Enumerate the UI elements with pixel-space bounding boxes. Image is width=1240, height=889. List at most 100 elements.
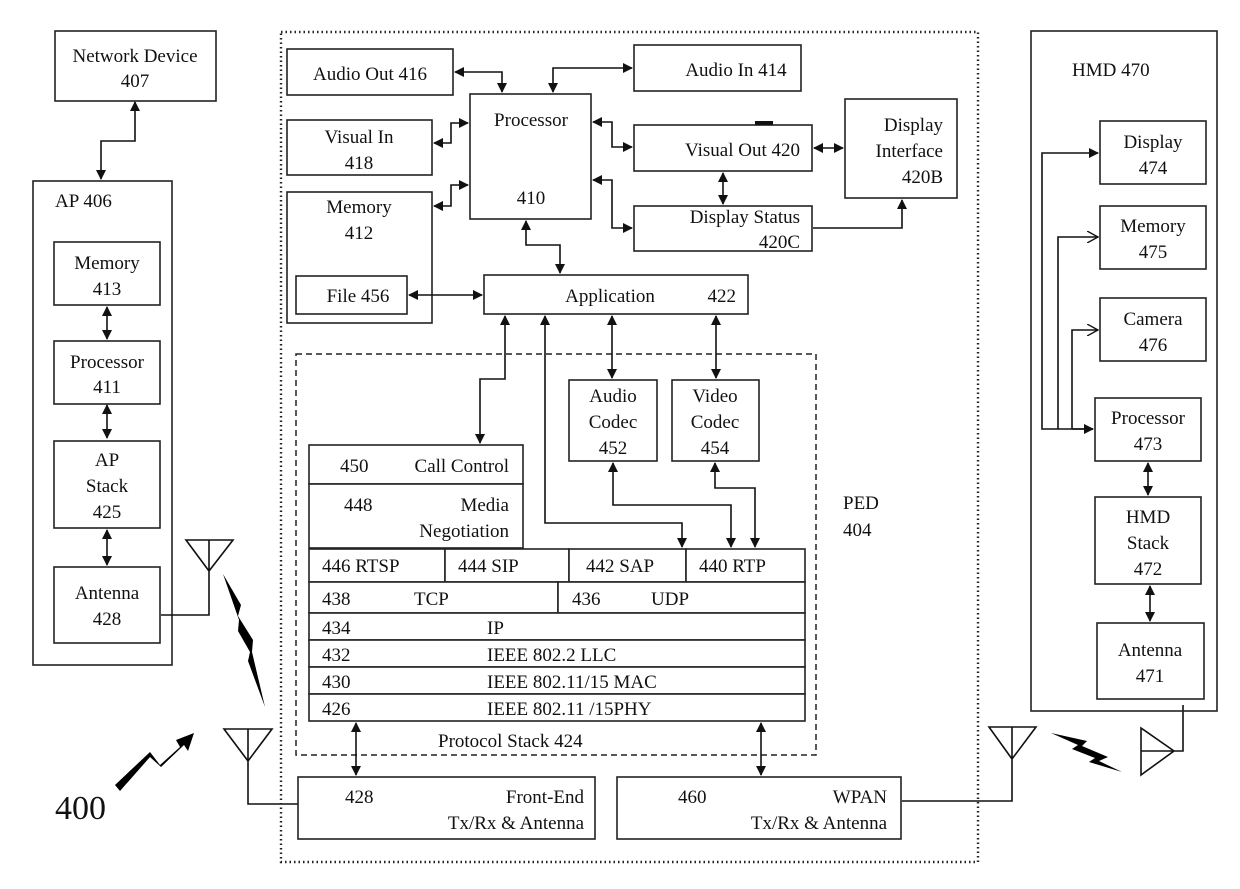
front-end-line1: Front-End (506, 787, 585, 808)
video-codec-number: 454 (701, 438, 730, 459)
visual-out-tab (755, 121, 773, 125)
application-block: Application 422 (483, 274, 749, 315)
ped-processor-block: Processor 410 (469, 93, 592, 220)
udp-number: 436 (572, 589, 601, 610)
display-interface-number: 420B (902, 167, 943, 188)
ped-frontend-antenna-icon (222, 728, 298, 805)
ap-memory-number: 413 (93, 279, 122, 300)
system-block-diagram: Network Device 407 AP 406 Memory 413 Pro… (32, 30, 1218, 864)
visual-in-block: Visual In 418 (286, 119, 433, 176)
video-codec-block: Video Codec 454 (671, 379, 760, 462)
display-interface-line1: Display (884, 115, 944, 136)
hmd-stack-block: HMD Stack 472 (1094, 496, 1202, 585)
tcp-number: 438 (322, 589, 351, 610)
ap-stack-block: AP Stack 425 (53, 440, 161, 529)
hmd-stack-line2: Stack (1127, 533, 1170, 554)
hmd-display-number: 474 (1139, 158, 1168, 179)
ped-processor-title: Processor (494, 110, 569, 131)
call-control-block: 450 Call Control (308, 444, 524, 485)
ap-stack-line2: Stack (86, 476, 129, 497)
ap-title: AP 406 (55, 191, 112, 212)
ped-number: 404 (843, 520, 872, 541)
figure-label: 400 (55, 790, 106, 827)
ap-processor-title: Processor (70, 352, 145, 373)
wireless-signal-bolt-icon (223, 574, 265, 707)
hmd-processor-title: Processor (1111, 408, 1186, 429)
link-network-ap (96, 101, 140, 180)
hmd-antenna-title: Antenna (1118, 640, 1183, 661)
media-negotiation-line1: Media (460, 495, 509, 516)
llc-number: 432 (322, 645, 351, 666)
hmd-antenna-icon (1140, 705, 1184, 777)
ap-memory-title: Memory (74, 253, 140, 274)
ped-memory-number: 412 (345, 223, 374, 244)
ap-stack-line1: AP (95, 450, 119, 471)
link-displaystatus-displayinterface (813, 199, 907, 229)
llc-title: IEEE 802.2 LLC (487, 645, 616, 666)
link-visualin-processor (433, 118, 469, 148)
udp-title: UDP (651, 589, 689, 610)
audio-out-block: Audio Out 416 (286, 48, 454, 96)
link-audioout-processor (454, 67, 507, 93)
protocol-sip: 444 SIP (458, 556, 519, 577)
wpan-line1: WPAN (833, 787, 887, 808)
file-block: File 456 (295, 275, 408, 315)
display-status-block: Display Status 420C (633, 205, 813, 253)
mac-number: 430 (322, 672, 351, 693)
link-hmd-processor-memory (1057, 237, 1098, 429)
application-number: 422 (708, 286, 737, 307)
hmd-antenna-number: 471 (1136, 666, 1165, 687)
display-status-number: 420C (759, 232, 800, 253)
network-device-number: 407 (121, 71, 150, 92)
audio-out-label: Audio Out 416 (313, 64, 427, 85)
ap-processor-number: 411 (93, 377, 121, 398)
network-layers: 434 IP 432 IEEE 802.2 LLC 430 IEEE 802.1… (308, 612, 806, 722)
hmd-antenna-block: Antenna 471 (1096, 622, 1205, 700)
network-device-block: Network Device 407 (54, 30, 217, 102)
call-control-number: 450 (340, 456, 369, 477)
audio-codec-number: 452 (599, 438, 628, 459)
hmd-stack-number: 472 (1134, 559, 1163, 580)
hmd-processor-block: Processor 473 (1094, 397, 1202, 462)
visual-out-block: Visual Out 420 (633, 121, 813, 172)
ped-title: PED (843, 493, 879, 514)
ip-number: 434 (322, 618, 351, 639)
audio-codec-block: Audio Codec 452 (568, 379, 658, 462)
front-end-number: 428 (345, 787, 374, 808)
phy-number: 426 (322, 699, 351, 720)
media-negotiation-number: 448 (344, 495, 373, 516)
link-application-callcontrol (475, 315, 510, 444)
hmd-title: HMD 470 (1072, 60, 1150, 81)
protocol-sap: 442 SAP (586, 556, 654, 577)
link-processor-displaystatus (592, 175, 633, 233)
ap-stack-number: 425 (93, 502, 122, 523)
hmd-camera-number: 476 (1139, 335, 1168, 356)
audio-codec-line1: Audio (589, 386, 637, 407)
ped-memory-title: Memory (326, 197, 392, 218)
transport-row: 438 TCP 436 UDP (308, 581, 806, 614)
visual-in-title: Visual In (324, 127, 394, 148)
audio-in-block: Audio In 414 (633, 44, 802, 92)
display-interface-line2: Interface (876, 141, 944, 162)
tcp-title: TCP (414, 589, 449, 610)
front-end-block: 428 Front-End Tx/Rx & Antenna (297, 776, 596, 840)
wpan-block: 460 WPAN Tx/Rx & Antenna (616, 776, 902, 840)
figure-pointer-arrow-icon (115, 733, 194, 791)
hmd-camera-title: Camera (1123, 309, 1183, 330)
ap-processor-block: Processor 411 (53, 340, 161, 405)
protocol-stack-label: Protocol Stack 424 (438, 731, 583, 752)
display-status-title: Display Status (690, 207, 800, 228)
protocol-rtsp: 446 RTSP (322, 556, 400, 577)
mac-title: IEEE 802.11/15 MAC (487, 672, 657, 693)
wpan-antenna-icon (902, 726, 1038, 802)
hmd-stack-line1: HMD (1126, 507, 1170, 528)
front-end-line2: Tx/Rx & Antenna (448, 813, 585, 834)
media-negotiation-line2: Negotiation (419, 521, 509, 542)
call-control-title: Call Control (415, 456, 509, 477)
network-device-title: Network Device (72, 46, 197, 67)
link-memory-processor (433, 180, 469, 211)
video-codec-line2: Codec (691, 412, 740, 433)
ap-antenna-block: Antenna 428 (53, 566, 161, 644)
ap-antenna-title: Antenna (75, 583, 140, 604)
application-title: Application (565, 286, 655, 307)
